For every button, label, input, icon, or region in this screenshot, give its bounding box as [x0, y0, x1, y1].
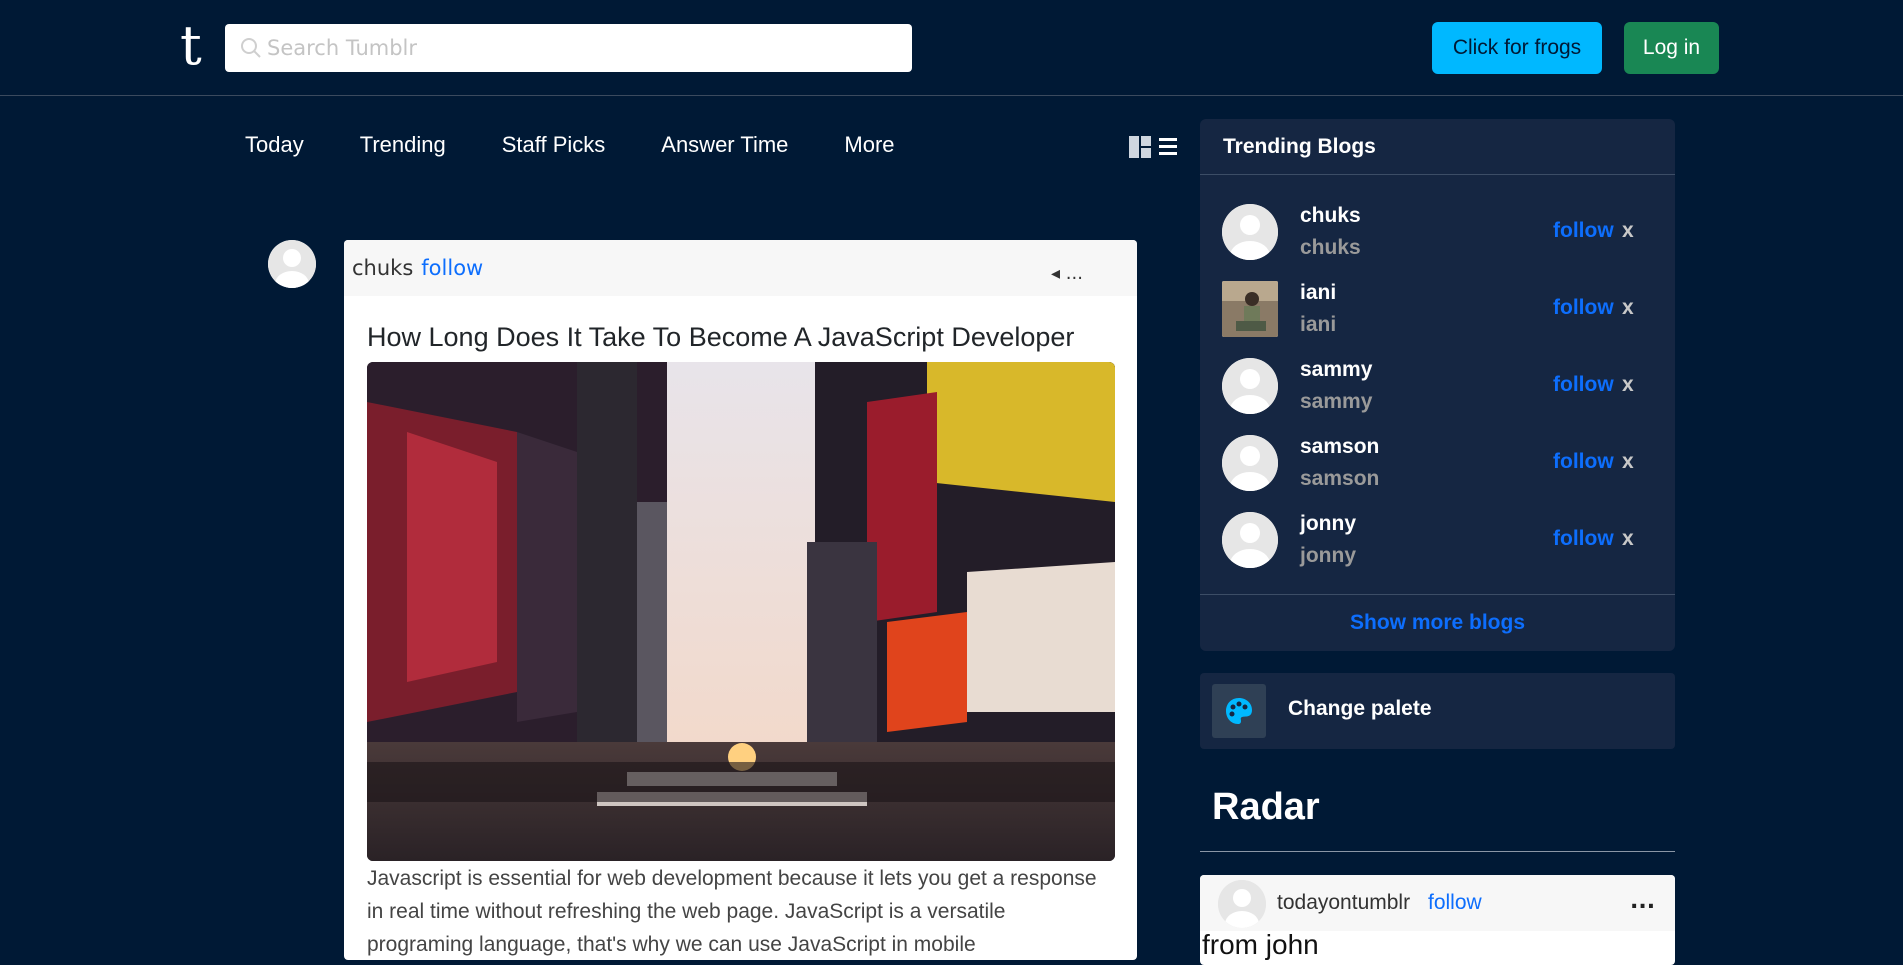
trending-blogs-title: Trending Blogs — [1200, 119, 1675, 175]
default-avatar-icon — [1222, 435, 1278, 491]
radar-follow-link[interactable]: follow — [1428, 891, 1482, 915]
blog-name[interactable]: sammy — [1300, 358, 1372, 382]
tab-trending[interactable]: Trending — [360, 132, 446, 158]
trending-blog-row[interactable]: chuks chuks follow x — [1222, 204, 1652, 260]
post-author-avatar[interactable] — [268, 240, 316, 288]
post-card: chuks follow ◂ ... How Long Does It Take… — [344, 240, 1137, 960]
search-input[interactable] — [265, 35, 869, 61]
show-more-blogs-link[interactable]: Show more blogs — [1200, 594, 1675, 651]
blog-dismiss-button[interactable]: x — [1622, 219, 1634, 243]
tumblr-logo[interactable]: t — [180, 18, 202, 74]
post-follow-link[interactable]: follow — [421, 256, 483, 280]
blog-name[interactable]: jonny — [1300, 512, 1356, 536]
post-image — [367, 362, 1115, 861]
list-layout-icon[interactable] — [1158, 135, 1178, 159]
radar-post-card: todayontumblr follow ... from john — [1200, 875, 1675, 965]
change-palette-panel[interactable]: Change palete — [1200, 673, 1675, 749]
explore-nav: Today Trending Staff Picks Answer Time M… — [245, 132, 951, 158]
blog-subtitle: chuks — [1300, 236, 1361, 259]
radar-menu-button[interactable]: ... — [1630, 889, 1655, 914]
tab-today[interactable]: Today — [245, 132, 304, 158]
blog-follow-link[interactable]: follow — [1553, 296, 1614, 320]
blog-avatar[interactable] — [1222, 281, 1278, 337]
user-photo-avatar — [1222, 281, 1278, 337]
blog-dismiss-button[interactable]: x — [1622, 527, 1634, 551]
blog-subtitle: iani — [1300, 313, 1337, 336]
trending-blog-row[interactable]: iani iani follow x — [1222, 281, 1652, 337]
blog-dismiss-button[interactable]: x — [1622, 450, 1634, 474]
grid-layout-icon[interactable] — [1128, 135, 1152, 159]
blog-subtitle: samson — [1300, 467, 1380, 490]
tab-answer-time[interactable]: Answer Time — [661, 132, 788, 158]
search-icon — [241, 38, 261, 58]
post-author-name[interactable]: chuks — [352, 256, 413, 280]
blog-subtitle: jonny — [1300, 544, 1356, 567]
radar-divider — [1200, 851, 1675, 852]
default-avatar-icon — [268, 240, 316, 288]
default-avatar-icon — [1222, 512, 1278, 568]
palette-icon — [1212, 684, 1266, 738]
blog-follow-link[interactable]: follow — [1553, 527, 1614, 551]
blog-avatar[interactable] — [1222, 435, 1278, 491]
blog-avatar[interactable] — [1222, 358, 1278, 414]
top-header: t Click for frogs Log in — [0, 0, 1903, 96]
city-street-image — [367, 362, 1115, 861]
blog-name[interactable]: iani — [1300, 281, 1336, 305]
radar-author-name[interactable]: todayontumblr — [1277, 891, 1410, 915]
tab-staff-picks[interactable]: Staff Picks — [502, 132, 606, 158]
blog-name[interactable]: samson — [1300, 435, 1379, 459]
click-for-frogs-button[interactable]: Click for frogs — [1432, 22, 1602, 74]
blog-avatar[interactable] — [1222, 204, 1278, 260]
trending-blog-row[interactable]: samson samson follow x — [1222, 435, 1652, 491]
change-palette-label[interactable]: Change palete — [1288, 697, 1432, 721]
radar-title: Radar — [1212, 786, 1320, 828]
blog-dismiss-button[interactable]: x — [1622, 296, 1634, 320]
trending-blog-row[interactable]: jonny jonny follow x — [1222, 512, 1652, 568]
trending-blog-row[interactable]: sammy sammy follow x — [1222, 358, 1652, 414]
blog-follow-link[interactable]: follow — [1553, 450, 1614, 474]
default-avatar-icon — [1218, 880, 1266, 928]
blog-dismiss-button[interactable]: x — [1622, 373, 1634, 397]
search-box[interactable] — [225, 24, 912, 72]
blog-subtitle: sammy — [1300, 390, 1373, 413]
blog-avatar[interactable] — [1222, 512, 1278, 568]
blog-name[interactable]: chuks — [1300, 204, 1361, 228]
radar-post-body: from john — [1202, 929, 1319, 960]
post-title: How Long Does It Take To Become A JavaSc… — [367, 322, 1075, 352]
default-avatar-icon — [1222, 358, 1278, 414]
post-body: Javascript is essential for web developm… — [367, 867, 1097, 956]
trending-blogs-panel: Trending Blogs chuks chuks follow x iani… — [1200, 119, 1675, 651]
blog-follow-link[interactable]: follow — [1553, 219, 1614, 243]
radar-author-avatar[interactable] — [1218, 880, 1266, 928]
blog-follow-link[interactable]: follow — [1553, 373, 1614, 397]
post-header: chuks follow ◂ ... — [344, 240, 1137, 296]
post-menu-button[interactable]: ◂ ... — [1032, 258, 1102, 288]
tab-more[interactable]: More — [844, 132, 894, 158]
login-button[interactable]: Log in — [1624, 22, 1719, 74]
layout-toggle — [1128, 135, 1178, 159]
default-avatar-icon — [1222, 204, 1278, 260]
radar-post-header: todayontumblr follow ... — [1200, 875, 1675, 931]
